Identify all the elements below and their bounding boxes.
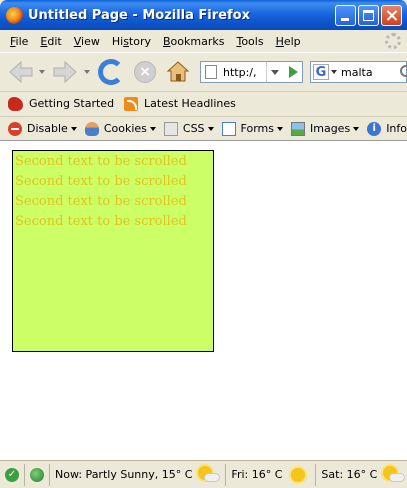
weather-saturday[interactable]: Sat: 16° C bbox=[315, 463, 407, 486]
weather-now[interactable]: Now: Partly Sunny, 15° C bbox=[49, 463, 225, 486]
scroll-text-line: Second text to be scrolled bbox=[15, 194, 187, 209]
weather-friday-label: Fri: 16° C bbox=[231, 468, 283, 481]
forward-history-dropdown[interactable] bbox=[84, 70, 90, 74]
scroll-text-line: Second text to be scrolled bbox=[15, 174, 187, 189]
dev-images-menu[interactable]: Images bbox=[291, 121, 360, 136]
chevron-down-icon bbox=[149, 126, 156, 131]
window-title: Untitled Page - Mozilla Firefox bbox=[28, 7, 250, 23]
dev-disable-label: Disable bbox=[27, 122, 68, 135]
scroll-text-line: Second text to be scrolled bbox=[15, 154, 187, 169]
dev-information-label: Information bbox=[386, 122, 407, 135]
status-globe-cell[interactable] bbox=[24, 463, 49, 486]
chevron-down-icon bbox=[277, 126, 283, 131]
web-developer-toolbar: Disable Cookies CSS Forms Images i Infor… bbox=[0, 116, 407, 140]
forms-icon bbox=[221, 121, 236, 136]
menu-view[interactable]: View bbox=[68, 35, 106, 48]
url-input[interactable]: http:/, bbox=[223, 66, 271, 79]
address-bar[interactable]: http:/, bbox=[200, 61, 303, 83]
disable-icon bbox=[8, 121, 22, 136]
bookmarks-toolbar: Getting Started Latest Headlines bbox=[0, 91, 407, 115]
close-button[interactable] bbox=[381, 5, 402, 26]
dev-disable-menu[interactable]: Disable bbox=[8, 121, 77, 136]
weather-saturday-label: Sat: 16° C bbox=[321, 468, 378, 481]
bookmark-label: Latest Headlines bbox=[144, 97, 236, 110]
dev-forms-menu[interactable]: Forms bbox=[221, 121, 283, 136]
scroll-text-line: Second text to be scrolled bbox=[15, 214, 187, 229]
dev-cookies-label: Cookies bbox=[103, 122, 147, 135]
maximize-button[interactable] bbox=[358, 5, 379, 26]
menu-help[interactable]: Help bbox=[270, 35, 307, 48]
menu-history[interactable]: History bbox=[106, 35, 157, 48]
weather-now-label: Now: Partly Sunny, 15° C bbox=[55, 468, 193, 481]
sunny-icon bbox=[288, 466, 310, 484]
bookmark-label: Getting Started bbox=[29, 97, 115, 110]
dev-cookies-menu[interactable]: Cookies bbox=[84, 121, 156, 136]
partly-sunny-icon bbox=[198, 465, 221, 484]
dev-information-menu[interactable]: i Information bbox=[367, 121, 407, 136]
scrolling-box[interactable]: Second text to be scrolled Second text t… bbox=[12, 150, 214, 352]
search-engine-dropdown[interactable] bbox=[331, 70, 337, 74]
dev-css-menu[interactable]: CSS bbox=[163, 121, 214, 136]
minimize-button[interactable] bbox=[335, 5, 356, 26]
page-icon bbox=[205, 65, 217, 79]
menu-tools[interactable]: Tools bbox=[230, 35, 269, 48]
window-title-bar[interactable]: Untitled Page - Mozilla Firefox bbox=[0, 0, 407, 30]
stop-icon[interactable]: × bbox=[134, 61, 156, 83]
back-arrow-icon[interactable] bbox=[8, 59, 34, 85]
search-bar[interactable]: G malta bbox=[310, 61, 407, 83]
menu-bookmarks[interactable]: Bookmarks bbox=[157, 35, 230, 48]
chevron-down-icon bbox=[70, 126, 77, 131]
home-icon[interactable] bbox=[166, 59, 190, 83]
back-history-dropdown[interactable] bbox=[39, 70, 45, 74]
navigation-toolbar: × http:/, G malta bbox=[0, 52, 407, 90]
images-icon bbox=[291, 121, 305, 136]
menu-bar: File Edit View History Bookmarks Tools H… bbox=[0, 30, 407, 52]
cookies-icon bbox=[84, 121, 99, 136]
search-input[interactable]: malta bbox=[341, 66, 373, 79]
status-bar: ✓ Now: Partly Sunny, 15° C Fri: 16° C Sa… bbox=[0, 460, 407, 488]
css-icon bbox=[163, 121, 178, 136]
weather-friday[interactable]: Fri: 16° C bbox=[225, 463, 315, 486]
status-check-cell[interactable]: ✓ bbox=[0, 464, 24, 486]
chevron-down-icon bbox=[353, 126, 360, 131]
page-content[interactable]: Second text to be scrolled Second text t… bbox=[0, 140, 407, 460]
url-history-dropdown[interactable] bbox=[266, 62, 282, 82]
dev-images-label: Images bbox=[310, 122, 351, 135]
bookmark-getting-started[interactable]: Getting Started bbox=[8, 96, 115, 111]
dev-css-label: CSS bbox=[182, 122, 205, 135]
rss-feed-icon bbox=[124, 96, 139, 111]
reload-icon[interactable] bbox=[98, 59, 124, 85]
dev-forms-label: Forms bbox=[240, 122, 274, 135]
menu-file[interactable]: File bbox=[4, 35, 34, 48]
go-button[interactable] bbox=[284, 63, 301, 81]
firefox-bookmark-icon bbox=[8, 96, 23, 111]
partly-sunny-icon bbox=[383, 465, 406, 484]
maximize-icon bbox=[363, 10, 374, 21]
google-search-engine-icon[interactable]: G bbox=[313, 64, 329, 80]
throbber-icon bbox=[385, 33, 401, 49]
menu-edit[interactable]: Edit bbox=[34, 35, 67, 48]
globe-icon bbox=[30, 467, 44, 482]
search-icon[interactable] bbox=[400, 65, 407, 77]
forward-arrow-icon[interactable] bbox=[52, 59, 78, 85]
chevron-down-icon bbox=[207, 126, 214, 131]
minimize-icon bbox=[341, 18, 349, 21]
window-controls bbox=[335, 5, 402, 26]
bookmark-latest-headlines[interactable]: Latest Headlines bbox=[124, 96, 236, 111]
checkmark-icon: ✓ bbox=[5, 467, 19, 482]
information-icon: i bbox=[367, 121, 382, 136]
firefox-icon bbox=[6, 6, 23, 24]
